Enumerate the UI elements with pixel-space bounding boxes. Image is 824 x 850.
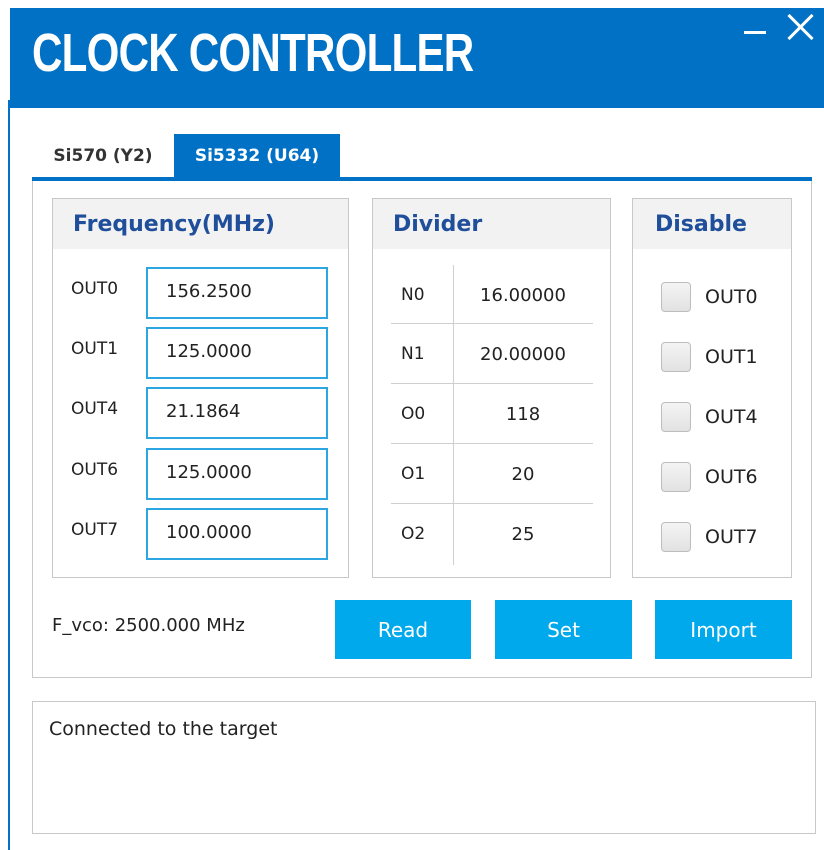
frequency-label: OUT4 — [71, 399, 119, 419]
tab-si5332[interactable]: Si5332 (U64) — [174, 134, 340, 178]
divider-name: O0 — [401, 404, 426, 424]
frequency-input-out1[interactable]: 125.0000 — [146, 327, 328, 379]
read-button[interactable]: Read — [335, 600, 471, 659]
checkbox-icon[interactable] — [661, 402, 691, 432]
divider-name: N0 — [401, 285, 425, 305]
checkbox-label: OUT7 — [705, 526, 758, 548]
frequency-label: OUT0 — [71, 279, 119, 299]
checkbox-label: OUT6 — [705, 466, 758, 488]
set-button[interactable]: Set — [495, 600, 632, 659]
divider-name: N1 — [401, 344, 425, 364]
status-log: Connected to the target — [32, 701, 816, 834]
checkbox-icon[interactable] — [661, 522, 691, 552]
checkbox-icon[interactable] — [661, 282, 691, 312]
minimize-icon[interactable] — [742, 12, 768, 42]
import-button[interactable]: Import — [655, 600, 792, 659]
disable-checkbox-out6[interactable]: OUT6 — [661, 460, 781, 494]
checkbox-label: OUT1 — [705, 346, 758, 368]
clock-controller-window: CLOCK CONTROLLER Si570 (Y2) Si5332 (U64)… — [0, 0, 824, 850]
disable-header: Disable — [633, 199, 791, 249]
divider-group: Divider N0 16.00000 N1 20.00000 O0 118 O… — [372, 198, 611, 578]
checkbox-icon[interactable] — [661, 342, 691, 372]
disable-checkbox-out4[interactable]: OUT4 — [661, 400, 781, 434]
divider-row: O2 25 — [391, 504, 593, 564]
fvco-readout: F_vco: 2500.000 MHz — [52, 615, 245, 636]
frequency-group: Frequency(MHz) OUT0 156.2500 OUT1 125.00… — [52, 198, 349, 578]
frequency-row: OUT6 125.0000 — [53, 448, 350, 500]
divider-value: 20.00000 — [480, 343, 566, 365]
app-title: CLOCK CONTROLLER — [32, 23, 474, 83]
frequency-input-out6[interactable]: 125.0000 — [146, 448, 328, 500]
frequency-label: OUT6 — [71, 460, 119, 480]
frequency-row: OUT4 21.1864 — [53, 387, 350, 439]
divider-value: 16.00000 — [480, 284, 566, 306]
divider-row: O1 20 — [391, 444, 593, 504]
disable-checkbox-out1[interactable]: OUT1 — [661, 340, 781, 374]
disable-group: Disable OUT0 OUT1 OUT4 OUT6 OUT7 — [632, 198, 792, 578]
divider-value: 118 — [505, 403, 541, 425]
frequency-label: OUT7 — [71, 520, 119, 540]
frequency-row: OUT0 156.2500 — [53, 267, 350, 319]
frequency-input-out0[interactable]: 156.2500 — [146, 267, 328, 319]
title-bar: CLOCK CONTROLLER — [10, 8, 824, 108]
frequency-row: OUT7 100.0000 — [53, 508, 350, 560]
frequency-row: OUT1 125.0000 — [53, 327, 350, 379]
frequency-input-out7[interactable]: 100.0000 — [146, 508, 328, 560]
status-message: Connected to the target — [49, 718, 278, 740]
divider-row: O0 118 — [391, 384, 593, 444]
divider-value: 25 — [511, 523, 535, 545]
divider-row: N1 20.00000 — [391, 324, 593, 384]
divider-value: 20 — [511, 463, 535, 485]
divider-row: N0 16.00000 — [391, 265, 593, 325]
disable-checkbox-out7[interactable]: OUT7 — [661, 520, 781, 554]
disable-checkbox-out0[interactable]: OUT0 — [661, 280, 781, 314]
checkbox-icon[interactable] — [661, 462, 691, 492]
divider-name: O1 — [401, 464, 426, 484]
close-icon[interactable] — [784, 8, 816, 44]
checkbox-label: OUT4 — [705, 406, 758, 428]
divider-name: O2 — [401, 524, 426, 544]
checkbox-label: OUT0 — [705, 286, 758, 308]
frequency-label: OUT1 — [71, 339, 119, 359]
divider-header: Divider — [373, 199, 610, 249]
window-border — [8, 100, 10, 850]
tab-si570[interactable]: Si570 (Y2) — [36, 134, 170, 178]
frequency-header: Frequency(MHz) — [53, 199, 348, 249]
frequency-input-out4[interactable]: 21.1864 — [146, 387, 328, 439]
